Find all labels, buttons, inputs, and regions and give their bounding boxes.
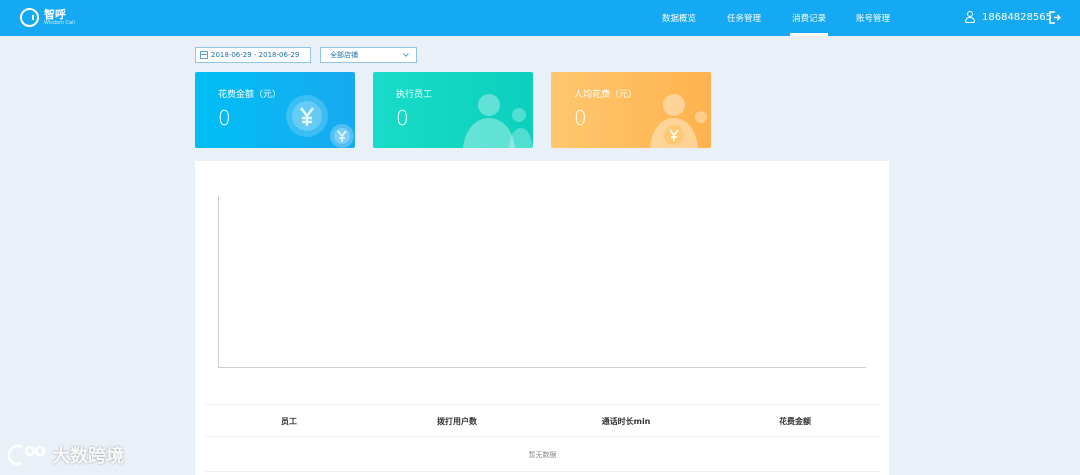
- logo-icon: [20, 8, 39, 27]
- brand-name: 智呼: [44, 8, 66, 21]
- stat-card-average-spend: 人均花费（元） 0: [551, 72, 711, 148]
- column-header-employee[interactable]: 员工: [205, 405, 373, 438]
- card-label: 执行员工: [396, 90, 433, 100]
- calendar-icon: [200, 51, 208, 59]
- nav-task-management[interactable]: 任务管理: [722, 0, 766, 36]
- logout-icon[interactable]: [1049, 11, 1061, 24]
- watermark-text: 大数跨境: [52, 446, 124, 467]
- stat-card-active-staff: 执行员工 0: [373, 72, 533, 148]
- user-phone: 18684828565: [982, 12, 1052, 23]
- table-header: 员工 拨打用户数 通话时长min 花费金额: [205, 404, 880, 437]
- records-panel: 员工 拨打用户数 通话时长min 花费金额 暂无数据: [195, 161, 889, 475]
- column-header-spend-amount[interactable]: 花费金额: [711, 405, 879, 438]
- date-range-value: 2018-06-29 - 2018-06-29: [211, 51, 300, 59]
- top-navigation-bar: 智呼 Wisdom Call 数据概览 任务管理 消费记录 账号管理 18684…: [0, 0, 1080, 36]
- nav-account-management[interactable]: 账号管理: [851, 0, 895, 36]
- brand-subtitle: Wisdom Call: [44, 20, 75, 26]
- nav-consumption-records[interactable]: 消费记录: [790, 0, 828, 36]
- store-select-value: 全部店铺: [330, 51, 358, 59]
- card-label: 人均花费（元）: [574, 90, 638, 100]
- stat-card-total-spend: 花费金额（元） 0: [195, 72, 355, 148]
- chevron-down-icon: [403, 51, 409, 57]
- card-value: 0: [218, 106, 231, 130]
- user-icon: [964, 11, 976, 24]
- user-account[interactable]: 18684828565: [964, 11, 1052, 24]
- column-header-users-dialed[interactable]: 拨打用户数: [373, 405, 541, 438]
- date-range-picker[interactable]: 2018-06-29 - 2018-06-29: [195, 47, 311, 63]
- nav-data-overview[interactable]: 数据概览: [656, 0, 702, 36]
- column-header-call-duration[interactable]: 通话时长min: [542, 405, 710, 438]
- app-logo[interactable]: 智呼 Wisdom Call: [20, 8, 75, 27]
- card-value: 0: [574, 106, 587, 130]
- spend-chart: [218, 196, 866, 368]
- card-label: 花费金额（元）: [218, 90, 282, 100]
- store-select[interactable]: 全部店铺: [320, 47, 417, 63]
- card-value: 0: [396, 106, 409, 130]
- watermark-logo-icon: [8, 444, 46, 466]
- watermark: 大数跨境: [8, 442, 124, 468]
- table-empty-state: 暂无数据: [205, 438, 880, 472]
